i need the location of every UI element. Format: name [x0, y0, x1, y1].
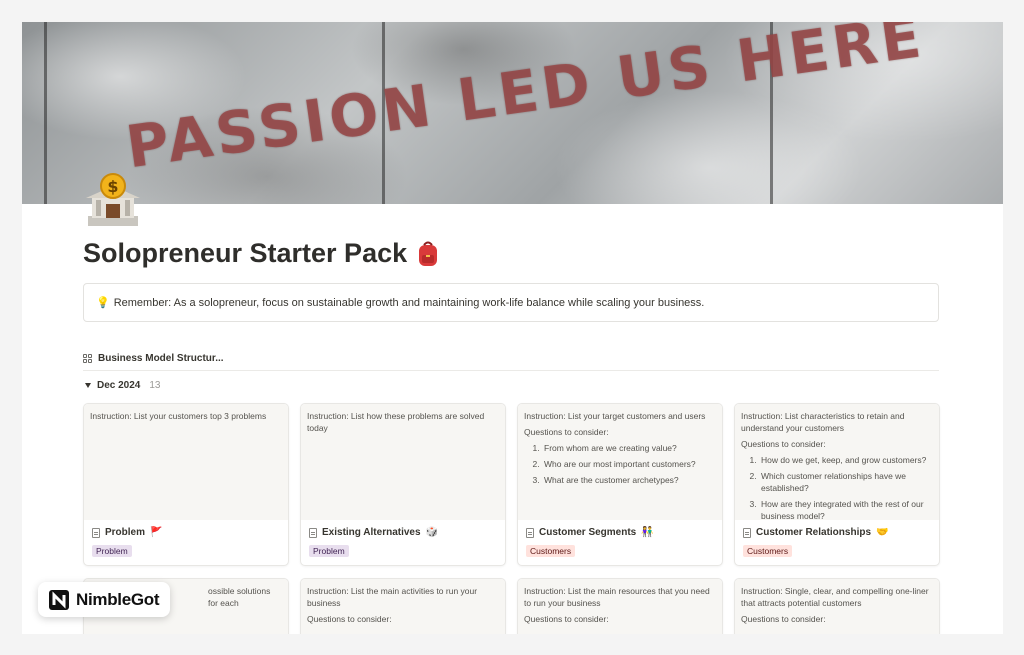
card-questions-label: Questions to consider: [741, 614, 826, 624]
card-instruction: Instruction: List your customers top 3 p… [90, 411, 267, 421]
notion-page: PASSION LED US HERE $ Solopreneur Starte… [22, 22, 1003, 634]
card-question: How are they integrated with the rest of… [759, 498, 933, 520]
collapse-triangle-icon[interactable] [85, 383, 91, 388]
red-flag-icon: 🚩 [150, 527, 163, 538]
card-tag: Customers [743, 545, 793, 557]
page-title[interactable]: Solopreneur Starter Pack [83, 238, 441, 269]
page-doc-icon [743, 527, 751, 538]
group-count: 13 [149, 380, 161, 391]
card-question: Which customer relationships have we est… [759, 470, 933, 494]
card-questions-label: Questions to consider: [741, 439, 826, 449]
card-instruction: Instruction: Single, clear, and compelli… [741, 586, 929, 608]
database-view-tab[interactable]: Business Model Structur... [83, 347, 939, 371]
svg-text:$: $ [107, 177, 118, 196]
group-header[interactable]: Dec 2024 13 [85, 380, 161, 391]
gallery-card[interactable]: Instruction: List how these problems are… [300, 403, 506, 566]
backpack-icon [419, 241, 438, 266]
gallery-card[interactable]: Instruction: List the main resources tha… [517, 578, 723, 634]
callout-block[interactable]: 💡 Remember: As a solopreneur, focus on s… [83, 283, 939, 322]
gallery-card[interactable]: Instruction: List your customers top 3 p… [83, 403, 289, 566]
card-preview: Instruction: Single, clear, and compelli… [735, 579, 939, 634]
gallery-card[interactable]: Instruction: List characteristics to ret… [734, 403, 940, 566]
people-icon: 👫 [641, 527, 654, 538]
card-questions-label: Questions to consider: [524, 614, 609, 624]
card-instruction: Instruction: List the main activities to… [307, 586, 478, 608]
group-name: Dec 2024 [97, 380, 141, 391]
card-instruction: Instruction: List the main resources tha… [524, 586, 710, 608]
card-preview: Instruction: List your target customers … [518, 404, 722, 520]
card-instruction: Instruction: List your target customers … [524, 411, 706, 421]
card-question: From whom are we creating value? [542, 442, 716, 454]
brand-name: NimbleGot [76, 589, 160, 609]
callout-text: Remember: As a solopreneur, focus on sus… [113, 296, 705, 309]
gallery-card[interactable]: Instruction: Single, clear, and compelli… [734, 578, 940, 634]
card-tag: Customers [526, 545, 576, 557]
cover-image[interactable]: PASSION LED US HERE [22, 22, 1003, 204]
card-title: Problem [105, 527, 146, 538]
bank-building-icon[interactable]: $ [82, 172, 144, 234]
card-title: Customer Segments [539, 527, 637, 538]
card-questions-label: Questions to consider: [307, 614, 392, 624]
nimblegot-watermark: NimbleGot [38, 582, 170, 617]
card-title: Existing Alternatives [322, 527, 421, 538]
card-preview: Instruction: List your customers top 3 p… [84, 404, 288, 520]
gallery-view-icon [83, 353, 93, 364]
card-instruction: Instruction: List characteristics to ret… [741, 411, 905, 433]
card-questions-label: Questions to consider: [524, 427, 609, 437]
card-title: Customer Relationships [756, 527, 872, 538]
card-preview: Instruction: List characteristics to ret… [735, 404, 939, 520]
card-preview: Instruction: List the main activities to… [301, 579, 505, 634]
card-preview: Instruction: List the main resources tha… [518, 579, 722, 634]
card-question: Who are our most important customers? [542, 458, 716, 470]
lightbulb-icon: 💡 [96, 297, 110, 309]
view-label: Business Model Structur... [98, 353, 224, 364]
handshake-icon: 🤝 [876, 527, 889, 538]
page-doc-icon [309, 527, 317, 538]
card-question: What are the customer archetypes? [542, 474, 716, 486]
gallery-card[interactable]: Instruction: List your target customers … [517, 403, 723, 566]
nimblegot-logo-icon [49, 589, 69, 610]
page-title-text: Solopreneur Starter Pack [83, 238, 408, 268]
gallery-card[interactable]: Instruction: List the main activities to… [300, 578, 506, 634]
card-tag: Problem [309, 545, 349, 557]
dice-icon: 🎲 [425, 527, 439, 538]
page-doc-icon [92, 527, 100, 538]
card-instruction: Instruction: List how these problems are… [307, 411, 485, 433]
card-preview: Instruction: List how these problems are… [301, 404, 505, 520]
cover-seam [44, 22, 47, 204]
page-doc-icon [526, 527, 534, 538]
card-question: How do we get, keep, and grow customers? [759, 454, 933, 466]
cover-text: PASSION LED US HERE [122, 22, 929, 182]
card-tag: Problem [92, 545, 132, 557]
